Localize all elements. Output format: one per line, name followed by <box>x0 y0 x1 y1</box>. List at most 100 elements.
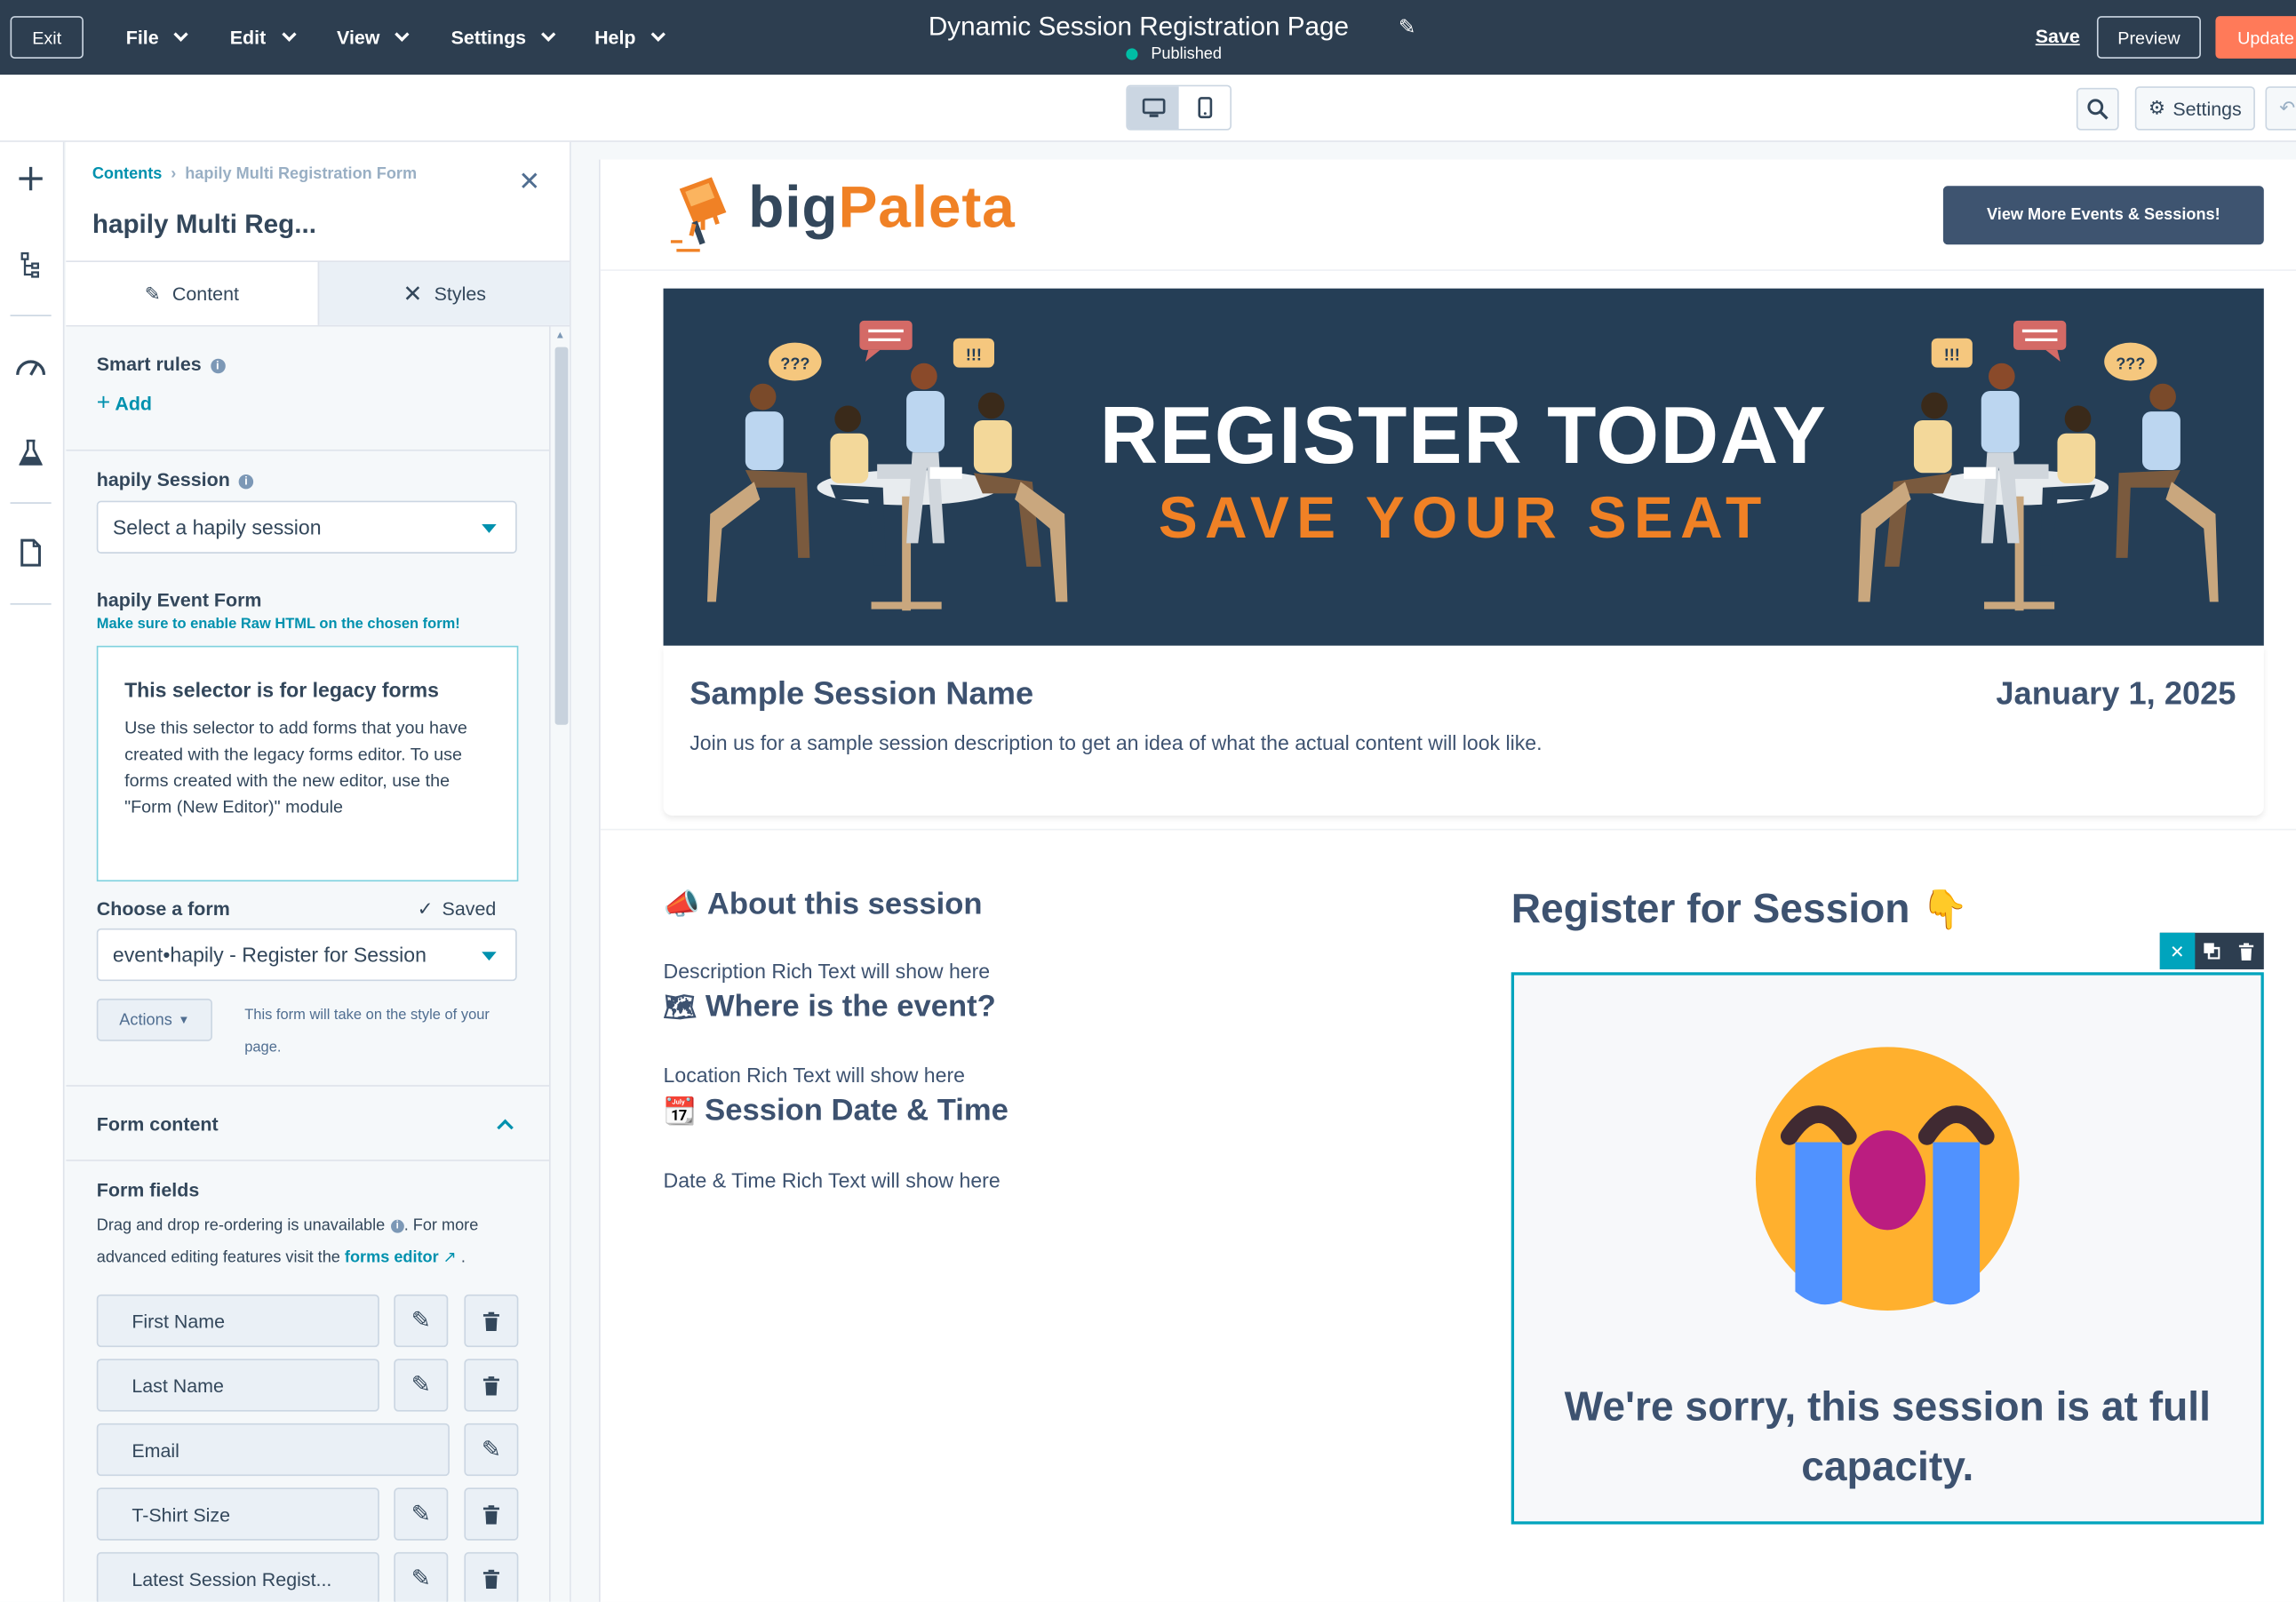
rail-divider <box>10 502 52 504</box>
full-capacity-message: We're sorry, this session is at full cap… <box>1564 1383 2211 1490</box>
menu-edit[interactable]: Edit <box>230 0 296 75</box>
form-field-name[interactable]: Last Name <box>96 1359 379 1412</box>
actions-note: This form will take on the style of your… <box>244 1007 490 1056</box>
megaphone-icon: 📣 <box>663 889 700 921</box>
edit-field-button[interactable]: ✎ <box>394 1294 449 1348</box>
form-fields-note: Drag and drop re-ordering is unavailable… <box>96 1216 479 1267</box>
site-logo[interactable]: bigPaleta <box>748 176 1016 242</box>
about-heading[interactable]: 📣 About this session <box>664 886 983 922</box>
site-header[interactable]: bigPaleta View More Events & Sessions! <box>600 159 2296 271</box>
page-tree-button[interactable] <box>13 248 49 283</box>
actions-button[interactable]: Actions ▼ <box>96 998 212 1041</box>
tab-styles[interactable]: ✕ Styles <box>317 261 570 325</box>
chevron-down-icon <box>281 27 296 42</box>
menu-view[interactable]: View <box>337 0 411 75</box>
delete-field-button[interactable] <box>464 1487 519 1541</box>
registration-form-module[interactable]: We're sorry, this session is at full cap… <box>1511 972 2264 1525</box>
form-select[interactable]: event•hapily - Register for Session <box>96 928 517 982</box>
clone-module-button[interactable] <box>2195 933 2229 969</box>
event-form-label: hapily Event Form <box>96 588 262 611</box>
save-button[interactable]: Save <box>2036 25 2080 47</box>
optimize-button[interactable] <box>13 348 49 384</box>
close-icon[interactable]: ✕ <box>518 167 540 198</box>
pencil-icon: ✎ <box>411 1566 431 1592</box>
sidebar-scrollbar[interactable]: ▲ <box>549 326 570 1602</box>
search-button[interactable] <box>2076 87 2119 131</box>
form-field-name[interactable]: First Name <box>96 1294 379 1348</box>
register-heading[interactable]: Register for Session 👇 <box>1511 886 1969 933</box>
speech-bubble-text: ??? <box>2116 355 2145 372</box>
pencil-icon[interactable]: ✎ <box>1399 14 1415 39</box>
delete-field-button[interactable] <box>464 1359 519 1412</box>
update-button[interactable]: Update <box>2215 16 2296 59</box>
logo-paleta-text: Paleta <box>838 175 1016 241</box>
edit-field-button[interactable]: ✎ <box>464 1423 519 1477</box>
datetime-heading[interactable]: 📆 Session Date & Time <box>664 1094 1008 1129</box>
add-module-button[interactable] <box>13 161 49 196</box>
tab-styles-label: Styles <box>434 283 486 305</box>
info-icon[interactable]: i <box>210 358 226 374</box>
preview-button[interactable]: Preview <box>2096 16 2201 59</box>
delete-field-button[interactable] <box>464 1551 519 1602</box>
caret-down-icon <box>482 952 497 961</box>
mobile-view-button[interactable] <box>1179 86 1231 129</box>
form-fields-label: Form fields <box>96 1178 200 1201</box>
about-rich-text[interactable]: Description Rich Text will show here <box>664 959 991 982</box>
desktop-icon <box>1141 97 1165 117</box>
test-button[interactable] <box>13 434 49 470</box>
pencil-icon: ✎ <box>144 282 161 304</box>
menu-settings-label: Settings <box>450 26 527 49</box>
breadcrumb-current: hapily Multi Registration Form <box>185 165 418 183</box>
legacy-forms-notice: This selector is for legacy forms Use th… <box>96 645 519 882</box>
map-icon: 🗺 <box>663 992 698 1023</box>
menu-settings[interactable]: Settings <box>450 0 556 75</box>
edit-field-button[interactable]: ✎ <box>394 1359 449 1412</box>
menu-help-label: Help <box>594 26 636 49</box>
where-heading[interactable]: 🗺 Where is the event? <box>664 990 996 1025</box>
datetime-rich-text[interactable]: Date & Time Rich Text will show here <box>664 1168 1001 1192</box>
menu-help[interactable]: Help <box>594 0 666 75</box>
forms-editor-link[interactable]: forms editor <box>345 1249 439 1267</box>
breadcrumb-contents[interactable]: Contents <box>92 165 163 183</box>
page-title[interactable]: Dynamic Session Registration Page <box>929 12 1349 43</box>
saved-indicator: ✓ Saved <box>418 897 497 921</box>
form-content-section[interactable]: Form content <box>66 1085 549 1161</box>
pencil-icon: ✎ <box>481 1438 501 1463</box>
delete-module-button[interactable] <box>2229 933 2264 969</box>
session-label-text: hapily Session <box>96 468 230 491</box>
hero-banner[interactable]: ??? !!! REGISTER TODAY SAVE YOUR SEAT ??… <box>663 288 2264 646</box>
tab-content[interactable]: ✎ Content <box>66 261 318 325</box>
view-more-events-button[interactable]: View More Events & Sessions! <box>1942 186 2264 245</box>
form-field-name[interactable]: Latest Session Regist... <box>96 1551 379 1602</box>
session-card[interactable]: Sample Session Name January 1, 2025 Join… <box>663 645 2264 816</box>
undo-button[interactable]: ↶ <box>2265 86 2296 131</box>
location-rich-text[interactable]: Location Rich Text will show here <box>664 1063 965 1086</box>
form-field-name[interactable]: T-Shirt Size <box>96 1487 379 1541</box>
info-icon[interactable]: i <box>390 1219 404 1233</box>
scrollbar-thumb[interactable] <box>554 347 569 725</box>
settings-button[interactable]: ⚙ Settings <box>2134 86 2255 131</box>
flask-icon <box>19 439 43 466</box>
exit-button[interactable]: Exit <box>10 16 84 59</box>
form-field-name[interactable]: Email <box>96 1423 450 1477</box>
module-style-button[interactable]: ✕ <box>2159 932 2195 969</box>
add-smart-rule-link[interactable]: + Add <box>97 391 152 418</box>
page-content-button[interactable] <box>13 535 49 570</box>
trash-icon <box>482 1375 499 1395</box>
delete-field-button[interactable] <box>464 1294 519 1348</box>
session-select[interactable]: Select a hapily session <box>96 500 517 554</box>
trash-icon <box>2239 942 2254 960</box>
desktop-view-button[interactable] <box>1127 86 1179 130</box>
info-icon[interactable]: i <box>238 474 254 490</box>
rail-divider <box>10 315 52 316</box>
speech-bubble-text: !!! <box>966 346 982 363</box>
saved-label: Saved <box>442 897 497 920</box>
chevron-up-icon <box>497 1119 514 1136</box>
scroll-up-icon[interactable]: ▲ <box>555 331 565 341</box>
menu-file[interactable]: File <box>126 0 189 75</box>
module-toolbar: ✕ <box>2159 932 2264 969</box>
edit-field-button[interactable]: ✎ <box>394 1551 449 1602</box>
trash-icon <box>482 1504 499 1524</box>
event-form-hint: Make sure to enable Raw HTML on the chos… <box>96 616 460 633</box>
edit-field-button[interactable]: ✎ <box>394 1487 449 1541</box>
